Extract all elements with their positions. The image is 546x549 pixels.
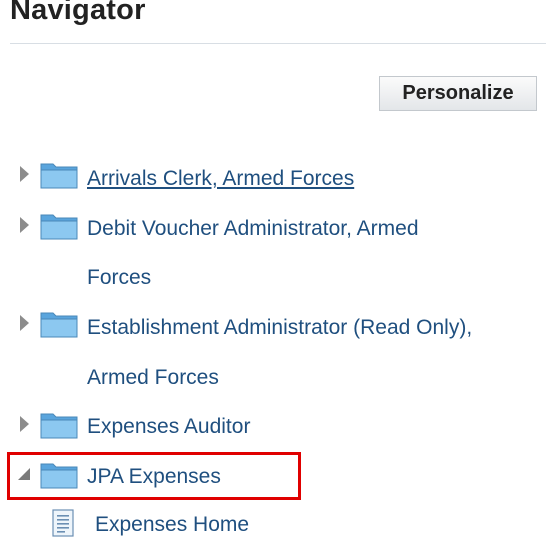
personalize-button[interactable]: Personalize — [379, 76, 537, 111]
folder-icon — [40, 463, 78, 489]
page-document-icon — [52, 509, 74, 537]
folder-icon — [40, 312, 78, 338]
folder-icon — [40, 163, 78, 189]
title-divider — [10, 43, 546, 44]
expand-arrow-icon[interactable] — [20, 416, 29, 432]
tree-item-label[interactable]: Expenses Auditor — [87, 415, 250, 439]
tree-item-label[interactable]: Debit Voucher Administrator, Armed — [87, 217, 419, 241]
expand-arrow-icon[interactable] — [20, 217, 29, 233]
expand-arrow-icon[interactable] — [20, 166, 29, 182]
expand-arrow-icon[interactable] — [20, 315, 29, 331]
folder-icon — [40, 214, 78, 240]
collapse-arrow-icon[interactable] — [18, 468, 30, 480]
tree-item-label[interactable]: Expenses Home — [95, 513, 249, 537]
page-title: Navigator — [10, 0, 146, 26]
tree-item-label-continued[interactable]: Forces — [87, 266, 151, 290]
tree-item-label-continued[interactable]: Armed Forces — [87, 366, 219, 390]
tree-item-label[interactable]: Establishment Administrator (Read Only), — [87, 316, 472, 340]
folder-icon — [40, 413, 78, 439]
tree-item-label[interactable]: JPA Expenses — [87, 465, 221, 489]
tree-item-label[interactable]: Arrivals Clerk, Armed Forces — [87, 167, 354, 191]
